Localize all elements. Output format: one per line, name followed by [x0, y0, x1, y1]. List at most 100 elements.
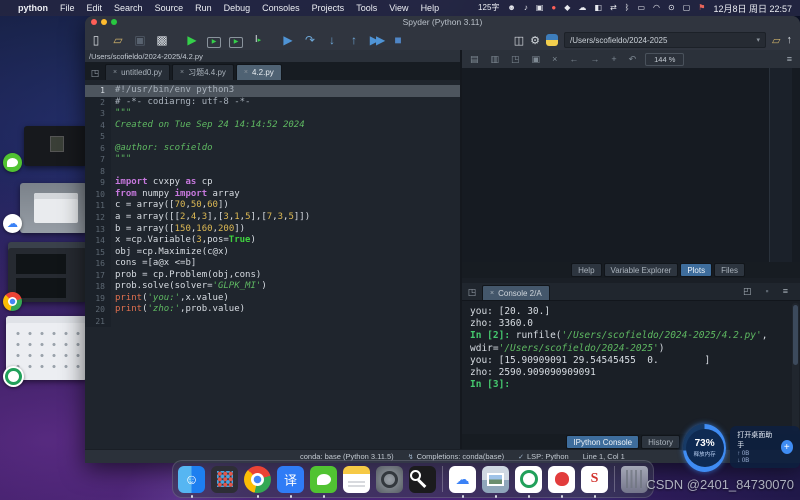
close-tab-icon[interactable]: × — [244, 69, 248, 76]
parent-directory-icon[interactable]: ↑ — [787, 34, 793, 46]
assistant-panel[interactable]: 打开桌面助手 ↑ 0B ↓ 0B + — [730, 426, 800, 468]
menubar-clock[interactable]: 12月8日 周日 22:57 — [713, 2, 792, 15]
python-env-icon[interactable] — [546, 34, 558, 46]
preferences-wrench-icon[interactable]: ⚙ — [530, 34, 540, 47]
dock-item-s-app[interactable]: S — [581, 466, 608, 493]
dock-item-red-app[interactable] — [548, 466, 575, 493]
dock-item-settings[interactable] — [376, 466, 403, 493]
display-split-icon[interactable]: ◧ — [594, 4, 602, 12]
console-extra-icon[interactable]: ▪ — [766, 286, 769, 297]
record-icon[interactable]: ● — [551, 4, 556, 12]
menubar-item-view[interactable]: View — [389, 3, 408, 13]
dock-item-preview[interactable] — [482, 466, 509, 493]
menubar-item-edit[interactable]: Edit — [87, 3, 103, 13]
switch-icon[interactable]: ⇄ — [610, 4, 617, 12]
window-thumbnail-dialog[interactable] — [20, 183, 87, 233]
editor-tab-4.2.py[interactable]: ×4.2.py — [236, 64, 282, 80]
undo-icon[interactable]: ↶ — [629, 54, 637, 65]
menubar-item-run[interactable]: Run — [195, 3, 212, 13]
menubar-item-help[interactable]: Help — [421, 3, 440, 13]
window-thumbnail-browser[interactable] — [8, 242, 87, 302]
save-plot-icon[interactable]: ▤ — [470, 54, 479, 65]
dock-item-finder[interactable]: ☺ — [178, 466, 205, 493]
dock-item-chrome[interactable] — [244, 466, 271, 493]
editor-tab-习题4.4.py[interactable]: ×习题4.4.py — [172, 64, 234, 80]
menubar-item-consoles[interactable]: Consoles — [262, 3, 300, 13]
layout-panes-icon[interactable]: ◫ — [514, 34, 524, 47]
emoji-icon[interactable]: ☻ — [507, 4, 515, 12]
screen-icon[interactable]: ▢ — [683, 4, 691, 12]
search-icon[interactable]: ⊙ — [668, 4, 675, 12]
dock-item-launchpad[interactable] — [211, 466, 238, 493]
window-titlebar[interactable]: Spyder (Python 3.11) — [85, 16, 800, 28]
shapes-icon[interactable]: ◆ — [564, 4, 570, 12]
console-options-menu-icon[interactable]: ≡ — [783, 286, 788, 297]
dock-item-trash[interactable] — [621, 466, 648, 493]
menubar-item-file[interactable]: File — [60, 3, 75, 13]
menubar-item-projects[interactable]: Projects — [312, 3, 345, 13]
menubar-item-search[interactable]: Search — [114, 3, 143, 13]
previous-plot-icon[interactable]: ← — [569, 54, 578, 65]
console-output[interactable]: you: [20. 30.]zho: 3360.0In [2]: runfile… — [462, 300, 800, 434]
step-into-icon[interactable]: ↓ — [321, 34, 343, 46]
menubar-item-debug[interactable]: Debug — [224, 3, 251, 13]
code-editor[interactable]: 1#!/usr/bin/env python32# -*- codiarng: … — [85, 80, 460, 450]
plots-zoom-level[interactable]: 144 % — [645, 53, 684, 66]
browse-console-tabs-icon[interactable]: ◳ — [464, 285, 480, 299]
stop-debug-icon[interactable]: ■ — [387, 34, 409, 46]
pane-tab-variable-explorer[interactable]: Variable Explorer — [604, 263, 679, 277]
close-tab-icon[interactable]: × — [113, 69, 117, 76]
run-cell-advance-icon[interactable]: ▶ — [225, 33, 247, 48]
copy-plot-icon[interactable]: ◳ — [511, 54, 520, 65]
debug-file-icon[interactable]: ▶ — [277, 34, 299, 46]
mic-icon[interactable]: ♪ — [524, 4, 528, 12]
plots-options-menu-icon[interactable]: ≡ — [787, 54, 792, 64]
battery-icon[interactable]: ▭ — [637, 4, 645, 12]
plots-thumbnail-strip[interactable] — [769, 68, 792, 262]
new-file-icon[interactable]: ▯ — [85, 34, 107, 46]
console-scrollbar[interactable] — [792, 303, 799, 431]
close-console-icon[interactable]: × — [490, 290, 494, 297]
zoom-in-icon[interactable]: + — [611, 54, 616, 65]
pane-tab-files[interactable]: Files — [714, 263, 745, 277]
continue-icon[interactable]: ▶▶ — [365, 34, 387, 46]
pane-tab-plots[interactable]: Plots — [680, 263, 712, 277]
dock-item-notes[interactable] — [343, 466, 370, 493]
menubar-item-tools[interactable]: Tools — [356, 3, 377, 13]
open-file-icon[interactable]: ▱ — [107, 34, 129, 46]
dock-item-passwords[interactable] — [409, 466, 436, 493]
save-file-icon[interactable]: ▣ — [129, 34, 151, 46]
step-over-icon[interactable]: ↷ — [299, 34, 321, 46]
window-thumbnail-wechat[interactable] — [24, 126, 87, 166]
run-cell-icon[interactable]: ▶ — [203, 33, 225, 48]
memory-clean-button[interactable]: 73% 释放内存 — [683, 424, 726, 472]
pane-tab-help[interactable]: Help — [571, 263, 601, 277]
editor-tab-untitled0.py[interactable]: ×untitled0.py — [105, 64, 170, 80]
dock-item-wechat[interactable] — [310, 466, 337, 493]
browse-directory-icon[interactable]: ▱ — [772, 34, 780, 47]
close-tab-icon[interactable]: × — [180, 69, 184, 76]
active-app-name[interactable]: python — [18, 3, 48, 13]
dock-item-cloud-drive[interactable]: ☁ — [449, 466, 476, 493]
run-file-icon[interactable]: ▶ — [181, 34, 203, 46]
assistant-add-button[interactable]: + — [781, 440, 793, 454]
console-tab[interactable]: × Console 2/A — [482, 285, 550, 301]
step-out-icon[interactable]: ↑ — [343, 34, 365, 46]
capture-icon[interactable]: ▣ — [536, 4, 544, 12]
run-selection-icon[interactable]: I▸ — [247, 35, 269, 45]
save-all-plots-icon[interactable]: ▥ — [491, 54, 500, 65]
dock-item-green-app[interactable] — [515, 466, 542, 493]
cloud-icon[interactable]: ☁ — [578, 4, 586, 12]
wifi-icon[interactable]: ◠ — [653, 4, 660, 12]
console-pane-tab-ipython-console[interactable]: IPython Console — [566, 435, 639, 449]
bluetooth-icon[interactable]: ᛒ — [625, 4, 630, 12]
save-all-icon[interactable]: ▩ — [151, 34, 173, 46]
menubar-item-source[interactable]: Source — [155, 3, 184, 13]
working-directory-select[interactable]: /Users/scofieldo/2024-2025 ▾ — [564, 32, 766, 48]
paste-plot-icon[interactable]: ▣ — [532, 54, 541, 65]
next-plot-icon[interactable]: → — [590, 54, 599, 65]
browse-tabs-icon[interactable]: ◳ — [87, 66, 103, 80]
dock-item-translate[interactable]: 译 — [277, 466, 304, 493]
input-flag-icon[interactable]: ⚑ — [698, 4, 705, 12]
remove-plot-icon[interactable]: × — [552, 54, 557, 65]
